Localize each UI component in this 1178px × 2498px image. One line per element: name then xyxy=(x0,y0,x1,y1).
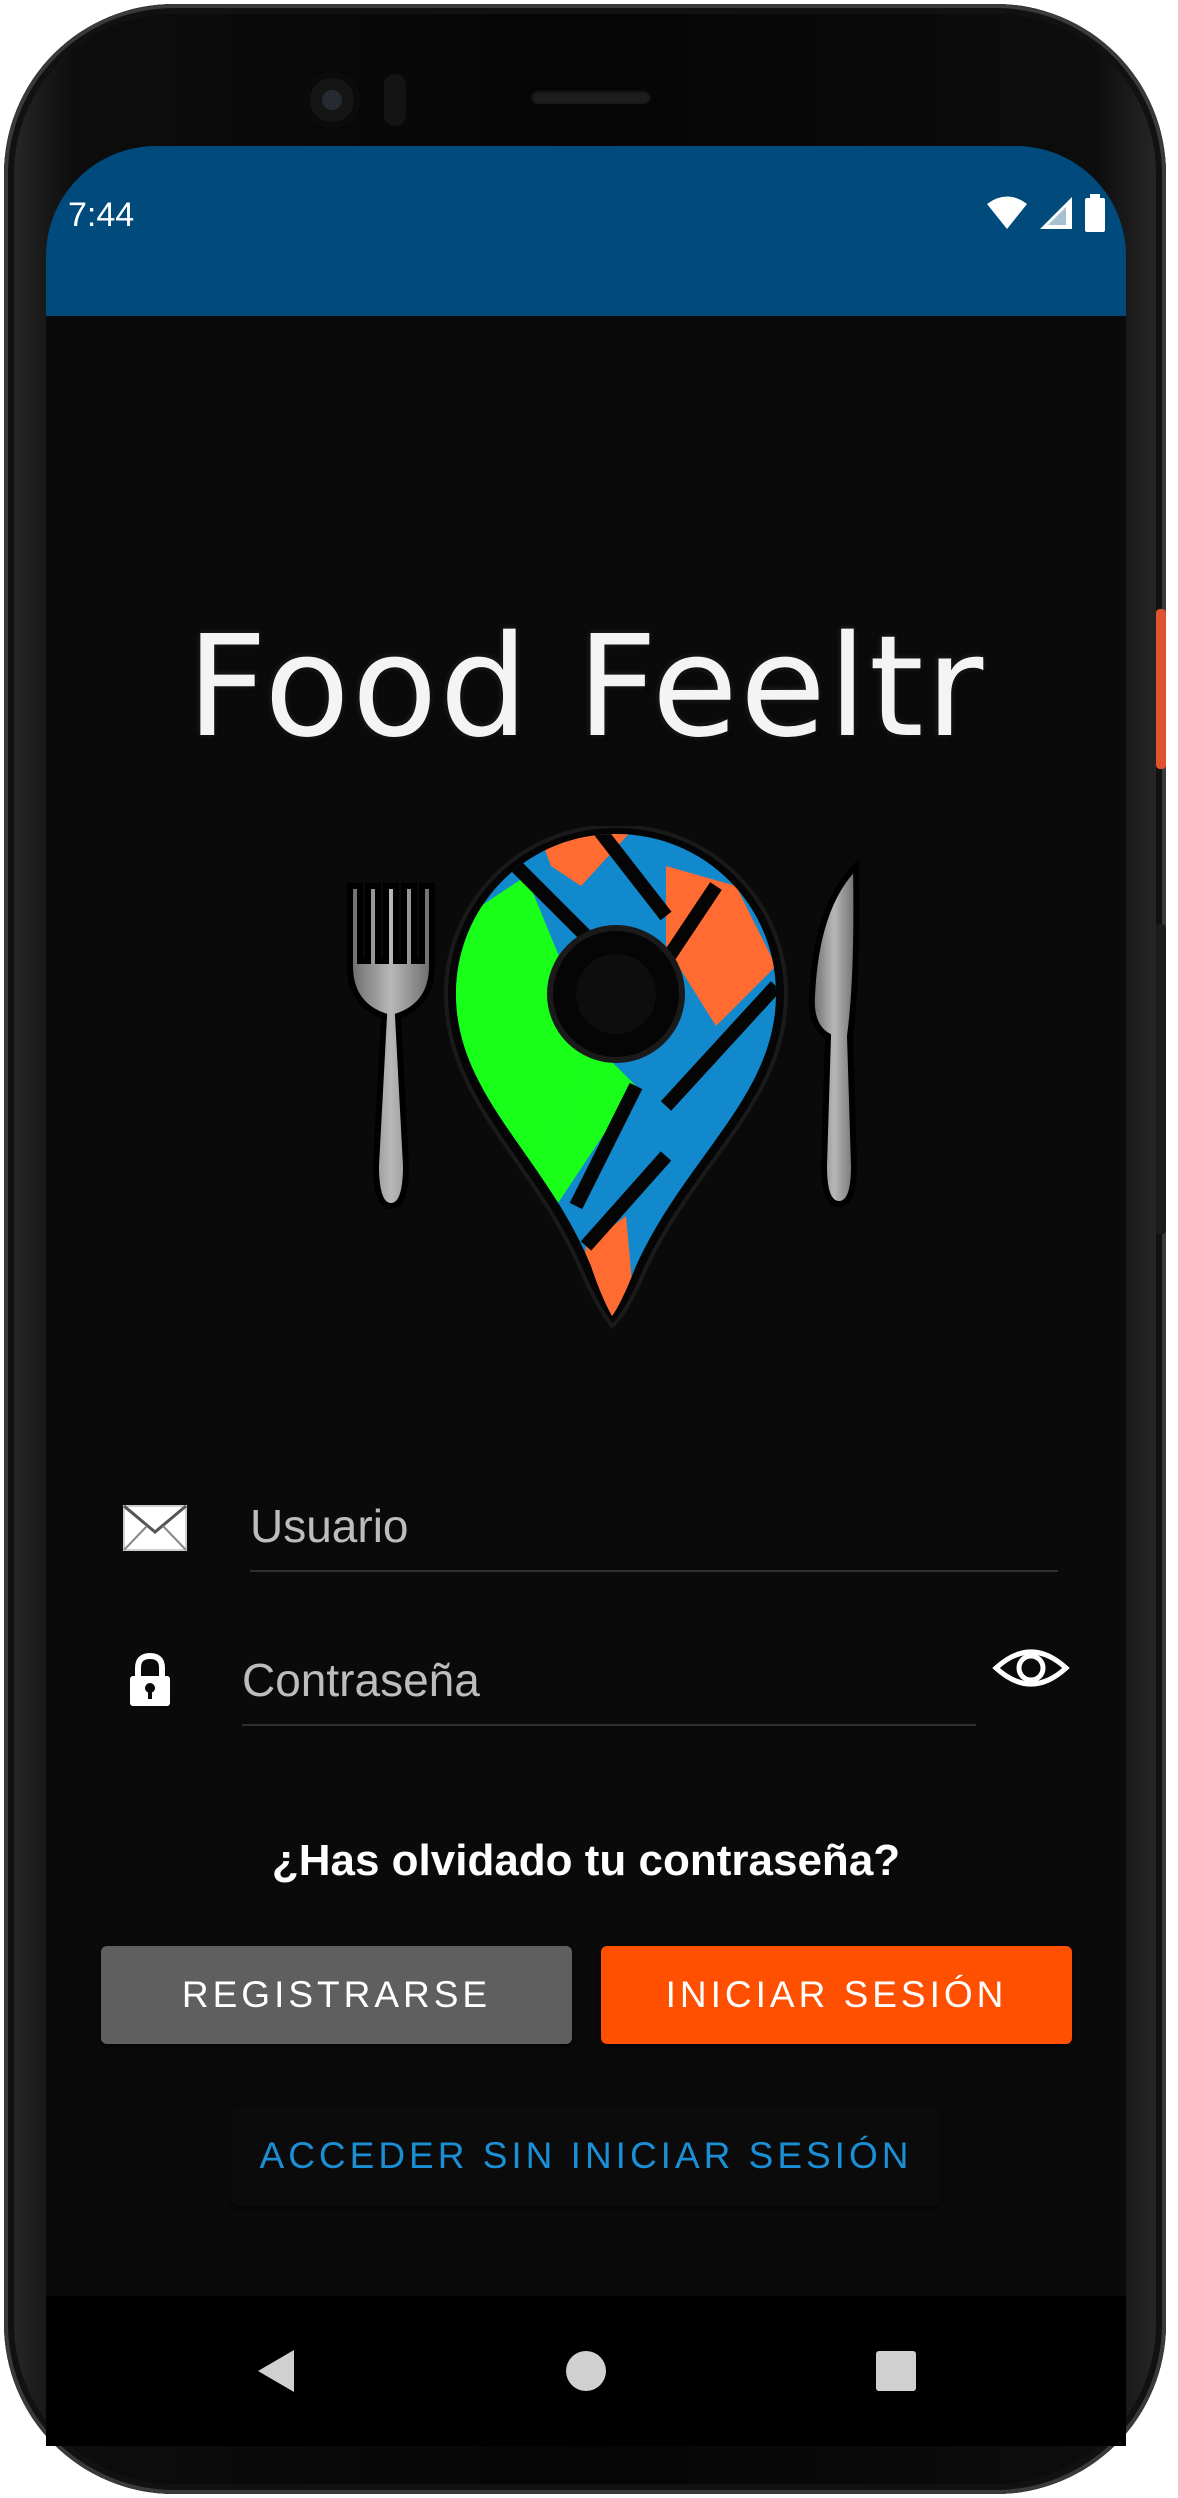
register-button[interactable]: REGISTRARSE xyxy=(101,1946,572,2044)
status-icons xyxy=(986,194,1106,232)
app-screen: 7:44 Food Feeltr Usuario ¿Has olvidado t… xyxy=(46,146,1126,2296)
username-input[interactable] xyxy=(250,1494,1058,1572)
recents-icon[interactable] xyxy=(866,2341,926,2401)
map-pin-with-fork-and-knife-icon xyxy=(347,826,860,1329)
power-button xyxy=(1156,609,1166,769)
eye-icon[interactable] xyxy=(992,1642,1070,1694)
signal-icon xyxy=(1040,197,1072,229)
status-time: 7:44 xyxy=(68,196,135,234)
guest-access-button[interactable]: ACCEDER SIN INICIAR SESIÓN xyxy=(231,2106,941,2206)
password-row xyxy=(46,1626,1126,1736)
password-input[interactable] xyxy=(242,1648,976,1726)
lock-icon xyxy=(130,1652,170,1706)
front-camera xyxy=(304,72,360,128)
forgot-password-link[interactable]: ¿Has olvidado tu contraseña? xyxy=(46,1836,1126,1886)
wifi-icon xyxy=(987,196,1027,229)
envelope-icon xyxy=(123,1504,187,1551)
home-icon[interactable] xyxy=(556,2341,616,2401)
proximity-sensor xyxy=(384,74,406,126)
earpiece-speaker xyxy=(531,90,651,104)
login-button[interactable]: INICIAR SESIÓN xyxy=(601,1946,1072,2044)
volume-button xyxy=(1156,924,1166,1234)
app-title: Food Feeltr xyxy=(186,606,986,769)
back-icon[interactable] xyxy=(246,2341,306,2401)
knife-icon xyxy=(808,858,860,1208)
status-bar: 7:44 xyxy=(46,146,1126,316)
fork-icon xyxy=(347,883,435,1210)
navigation-bar xyxy=(46,2296,1126,2446)
map-pin-icon xyxy=(443,826,789,1329)
battery-icon xyxy=(1085,194,1105,232)
username-row xyxy=(46,1476,1126,1586)
